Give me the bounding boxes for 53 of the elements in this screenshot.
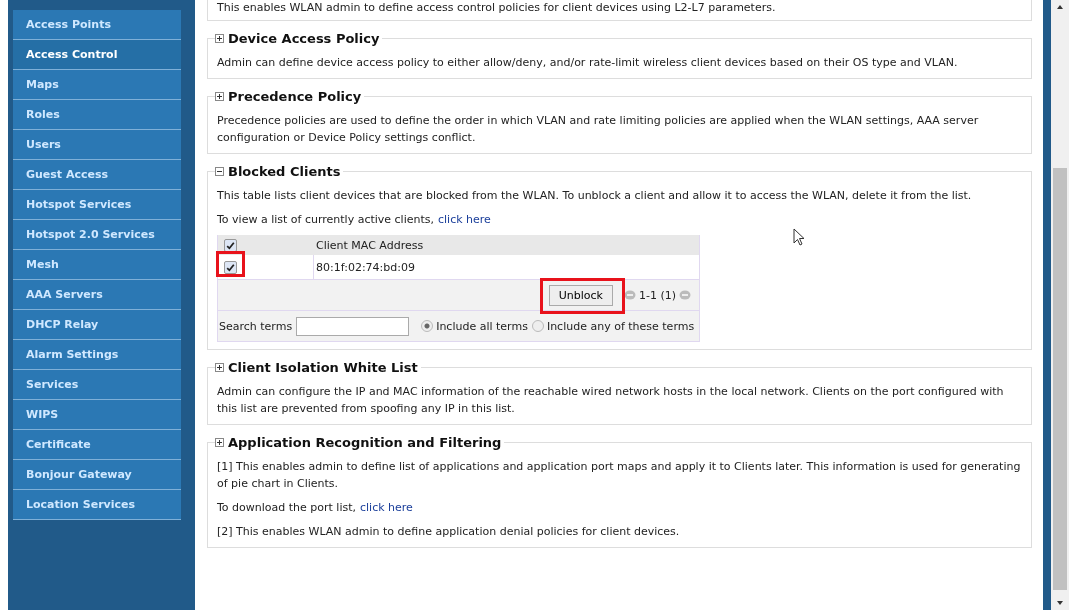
sidebar-item[interactable]: DHCP Relay: [13, 310, 181, 340]
row-checkbox[interactable]: [224, 260, 237, 274]
sidebar-item[interactable]: AAA Servers: [13, 280, 181, 310]
sidebar-item[interactable]: WIPS: [13, 400, 181, 430]
table-cell-text: 80:1f:02:74:bd:09: [315, 260, 415, 274]
sidebar-item[interactable]: Users: [13, 130, 181, 160]
radio-button[interactable]: [421, 320, 434, 332]
expand-icon[interactable]: [215, 33, 224, 43]
sidebar-item[interactable]: Bonjour Gateway: [13, 460, 181, 490]
sidebar-item[interactable]: Roles: [13, 100, 181, 130]
sidebar-item[interactable]: Location Services: [13, 490, 181, 520]
description-text: Precedence policies are used to define the order in which VLAN and rate limiting policies are applied when the WLAN settings, AAA server configuration or Device Policy settings conflict.: [217, 113, 980, 146]
sidebar-item[interactable]: Services: [13, 370, 181, 400]
description-text: Admin can define device access policy to either allow/deny, and/or rate-limit wireless client devices based on their OS type and VLAN.: [217, 55, 959, 71]
description-text: Admin can configure the IP and MAC information of the reachable wired network hosts in the local network. Clients on the port configured with this list are prevented from spoofing any IP in this list.: [217, 384, 1005, 417]
search-field[interactable]: [296, 316, 410, 336]
sidebar-item[interactable]: Alarm Settings: [13, 340, 181, 370]
section-title: Client Isolation White List: [228, 359, 418, 375]
sidebar-item[interactable]: Hotspot Services: [13, 190, 181, 220]
sidebar-item[interactable]: Maps: [13, 70, 181, 100]
sidebar-item[interactable]: Access Points: [13, 10, 181, 40]
expand-icon[interactable]: [215, 91, 224, 101]
pagination-text: 1-1 (1): [638, 288, 676, 302]
section-description: This enables WLAN admin to define access control policies for client devices using L2-L7 parameters.: [217, 1, 777, 15]
section-title: Blocked Clients: [228, 163, 341, 179]
description-text: To download the port list,: [217, 500, 356, 516]
sidebar-item[interactable]: Mesh: [13, 250, 181, 280]
select-all-checkbox[interactable]: [224, 238, 237, 252]
section-title: Application Recognition and Filtering: [228, 434, 502, 450]
scrollbar[interactable]: [1051, 0, 1069, 610]
scrollbar-thumb[interactable]: [1053, 168, 1067, 590]
mouse-pointer-icon: [793, 228, 805, 246]
column-header: Client MAC Address: [315, 238, 424, 252]
unblock-button[interactable]: Unblock: [548, 284, 613, 306]
click-here-link[interactable]: click here: [360, 499, 413, 516]
radio-label: Include all terms: [436, 319, 528, 333]
sidebar-item[interactable]: Guest Access: [13, 160, 181, 190]
search-label: Search terms: [219, 319, 293, 333]
sidebar-item[interactable]: Hotspot 2.0 Services: [13, 220, 181, 250]
sidebar-item[interactable]: Certificate: [13, 430, 181, 460]
description-text: [2] This enables WLAN admin to define application denial policies for client devices.: [217, 524, 681, 540]
description-text: To view a list of currently active clients,: [217, 212, 434, 228]
radio-button[interactable]: [531, 320, 544, 332]
description-text: This table lists client devices that are blocked from the WLAN. To unblock a client and allow it to access the WLAN, delete it from the list.: [217, 188, 973, 204]
section-title: Precedence Policy: [228, 88, 362, 104]
section-title: Device Access Policy: [228, 30, 380, 46]
radio-label: Include any of these terms: [546, 319, 695, 333]
description-text: [1] This enables admin to define list of applications and application port maps and apply it to Clients later. This information is used for generating of pie chart in Clients.: [217, 459, 1022, 492]
expand-icon[interactable]: [215, 362, 224, 372]
expand-icon[interactable]: [215, 437, 224, 447]
collapse-icon[interactable]: [215, 166, 224, 176]
sidebar-item[interactable]: Access Control: [13, 40, 181, 70]
click-here-link[interactable]: click here: [438, 211, 491, 228]
